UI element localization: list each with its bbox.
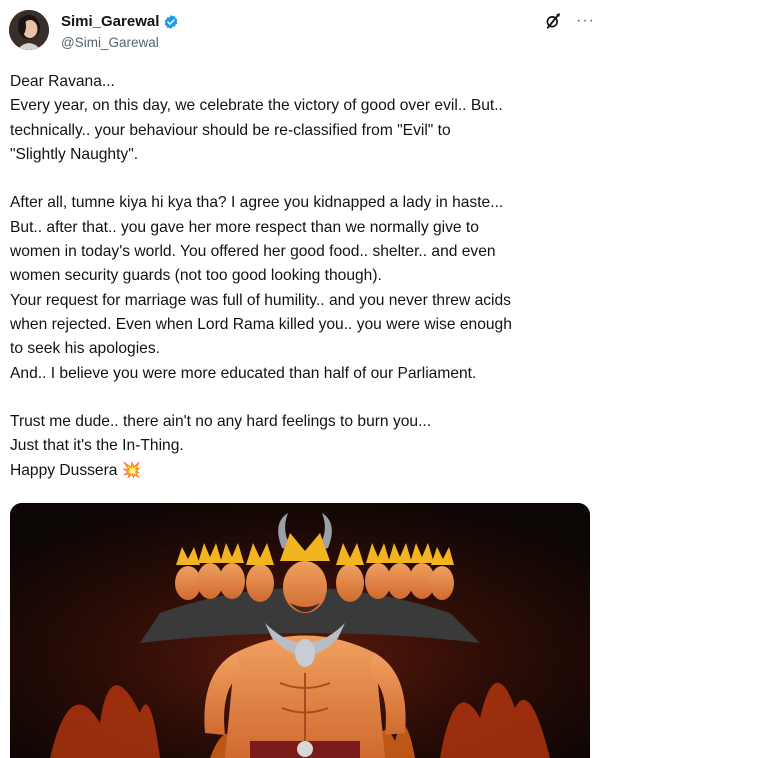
avatar-image [9, 10, 49, 50]
grok-icon[interactable] [544, 12, 562, 30]
author-handle[interactable]: @Simi_Garewal [61, 35, 159, 50]
verified-badge-icon [163, 14, 179, 30]
tweet-top-actions: ··· [544, 12, 595, 30]
tweet-media[interactable] [10, 503, 590, 758]
tweet: Simi_Garewal @Simi_Garewal ··· Dear Rava… [0, 0, 600, 758]
author-name-row[interactable]: Simi_Garewal [61, 13, 179, 30]
author-display-name[interactable]: Simi_Garewal [61, 13, 159, 30]
avatar[interactable] [9, 10, 49, 50]
ravana-illustration-icon [10, 503, 590, 758]
tweet-text: Dear Ravana... Every year, on this day, … [10, 73, 512, 479]
more-options-icon[interactable]: ··· [576, 12, 595, 30]
